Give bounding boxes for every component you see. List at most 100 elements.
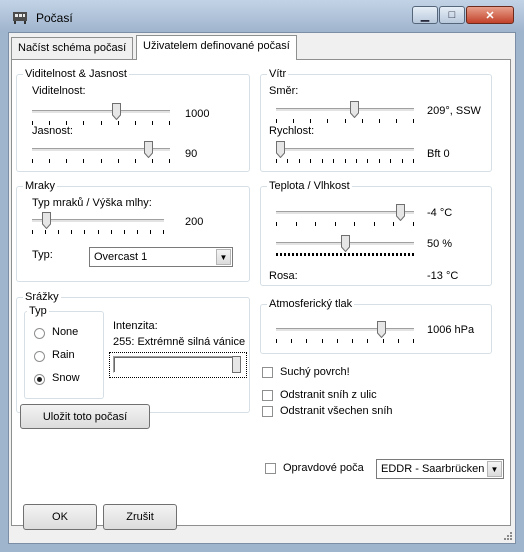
radio-none[interactable] [34, 328, 45, 339]
radio-rain[interactable] [34, 351, 45, 362]
wind-direction-slider-thumb[interactable] [350, 101, 359, 118]
chevron-down-icon[interactable]: ▼ [487, 461, 502, 477]
close-button[interactable]: ✕ [466, 6, 514, 24]
humidity-slider-ticks [276, 253, 414, 256]
pressure-slider-track[interactable] [276, 328, 414, 332]
slider-tick [32, 230, 33, 234]
slider-tick [287, 159, 288, 163]
slider-tick [352, 339, 353, 343]
pressure-group: Atmosferický tlak 1006 hPa [260, 298, 492, 354]
tab-label: Uživatelem definované počasí [143, 40, 290, 52]
weather-station-selected: EDDR - Saarbrücken [381, 463, 485, 475]
radio-none-label[interactable]: None [52, 326, 78, 338]
slider-tick [111, 230, 112, 234]
slider-tick [345, 119, 346, 123]
slider-tick [98, 230, 99, 234]
cancel-button[interactable]: Zrušit [103, 504, 177, 530]
slider-tick [354, 222, 355, 226]
minimize-button[interactable]: ▁ [412, 6, 438, 24]
slider-tick [296, 222, 297, 226]
slider-tick [362, 119, 363, 123]
radio-snow[interactable] [34, 374, 45, 385]
clouds-group-title: Mraky [23, 180, 57, 192]
slider-tick [124, 230, 125, 234]
wind-speed-slider-thumb[interactable] [276, 141, 285, 158]
minimize-icon: ▁ [420, 9, 430, 22]
slider-tick [276, 339, 277, 343]
tab-label: Načíst schéma počasí [18, 42, 127, 54]
remove-snow-roads-label[interactable]: Odstranit sníh z ulic [280, 389, 377, 401]
slider-tick [163, 230, 164, 234]
temperature-slider-track[interactable] [276, 211, 414, 215]
humidity-slider-thumb[interactable] [341, 235, 350, 252]
slider-tick [393, 222, 394, 226]
wind-speed-slider-track[interactable] [276, 148, 414, 152]
real-weather-checkbox[interactable] [265, 463, 276, 474]
slider-tick [333, 159, 334, 163]
slider-tick [299, 159, 300, 163]
remove-snow-roads-checkbox[interactable] [262, 390, 273, 401]
slider-tick [101, 121, 102, 125]
remove-all-snow-checkbox[interactable] [262, 406, 273, 417]
resize-grip-icon[interactable] [503, 531, 513, 541]
slider-tick [45, 230, 46, 234]
temperature-slider-thumb[interactable] [396, 204, 405, 221]
temperature-humidity-group: Teplota / Vlhkost -4 °C 50 % Rosa: -13 °… [260, 180, 492, 286]
visibility-slider-track[interactable] [32, 110, 170, 114]
slider-tick [335, 222, 336, 226]
tab-user-defined-weather[interactable]: Uživatelem definované počasí [136, 35, 297, 60]
wind-speed-slider-ticks [276, 159, 414, 163]
radio-rain-label[interactable]: Rain [52, 349, 75, 361]
ok-button[interactable]: OK [23, 504, 97, 530]
slider-tick [135, 159, 136, 163]
cloud-height-slider-track[interactable] [32, 219, 164, 223]
cloud-type-label: Typ: [32, 249, 53, 261]
cloud-height-slider-thumb[interactable] [42, 212, 51, 229]
slider-tick [322, 159, 323, 163]
tab-load-weather-scheme[interactable]: Načíst schéma počasí [11, 37, 134, 59]
wind-direction-slider-track[interactable] [276, 108, 414, 112]
slider-tick [356, 159, 357, 163]
precipitation-group: Srážky Typ None Rain Snow Intenzita: 255… [16, 291, 250, 413]
window-title: Počasí [36, 11, 73, 25]
pressure-slider-thumb[interactable] [377, 321, 386, 338]
visibility-value: 1000 [185, 108, 210, 120]
precipitation-group-title: Srážky [23, 291, 61, 303]
slider-tick [413, 119, 414, 123]
visibility-group-title: Viditelnost & Jasnost [23, 68, 129, 80]
cloud-height-slider-ticks [32, 230, 164, 234]
brightness-slider-thumb[interactable] [144, 141, 153, 158]
intensity-slider-thumb[interactable] [232, 356, 241, 373]
slider-tick [49, 159, 50, 163]
ok-label: OK [52, 511, 68, 523]
save-weather-button[interactable]: Uložit toto počasí [20, 404, 150, 429]
slider-tick [402, 159, 403, 163]
slider-tick [374, 222, 375, 226]
dry-surface-label[interactable]: Suchý povrch! [280, 366, 350, 378]
remove-all-snow-label[interactable]: Odstranit všechen sníh [280, 405, 393, 417]
slider-tick [32, 159, 33, 163]
close-icon: ✕ [485, 9, 495, 22]
visibility-slider-thumb[interactable] [112, 103, 121, 120]
maximize-button[interactable]: □ [439, 6, 465, 24]
intensity-slider-track[interactable] [113, 356, 241, 373]
slider-tick [291, 339, 292, 343]
slider-tick [310, 119, 311, 123]
temperature-group-title: Teplota / Vlhkost [267, 180, 352, 192]
intensity-description: 255: Extrémně silná vánice [113, 336, 246, 348]
dry-surface-checkbox[interactable] [262, 367, 273, 378]
weather-station-select[interactable]: EDDR - Saarbrücken ▼ [376, 459, 504, 479]
dialog-client-area: Načíst schéma počasí Uživatelem definova… [8, 32, 516, 544]
slider-tick [390, 159, 391, 163]
intensity-label: Intenzita: [113, 320, 158, 332]
slider-tick [337, 339, 338, 343]
cloud-type-select[interactable]: Overcast 1 ▼ [89, 247, 233, 267]
real-weather-label[interactable]: Opravdové poča [283, 462, 364, 474]
slider-tick [135, 121, 136, 125]
chevron-down-icon[interactable]: ▼ [216, 249, 231, 265]
slider-tick [379, 119, 380, 123]
slider-tick [137, 230, 138, 234]
radio-snow-label[interactable]: Snow [52, 372, 80, 384]
title-bar[interactable]: Počasí ▁ □ ✕ [0, 0, 524, 32]
wind-group: Vítr Směr: 209°, SSW Rychlost: Bft 0 [260, 68, 492, 172]
